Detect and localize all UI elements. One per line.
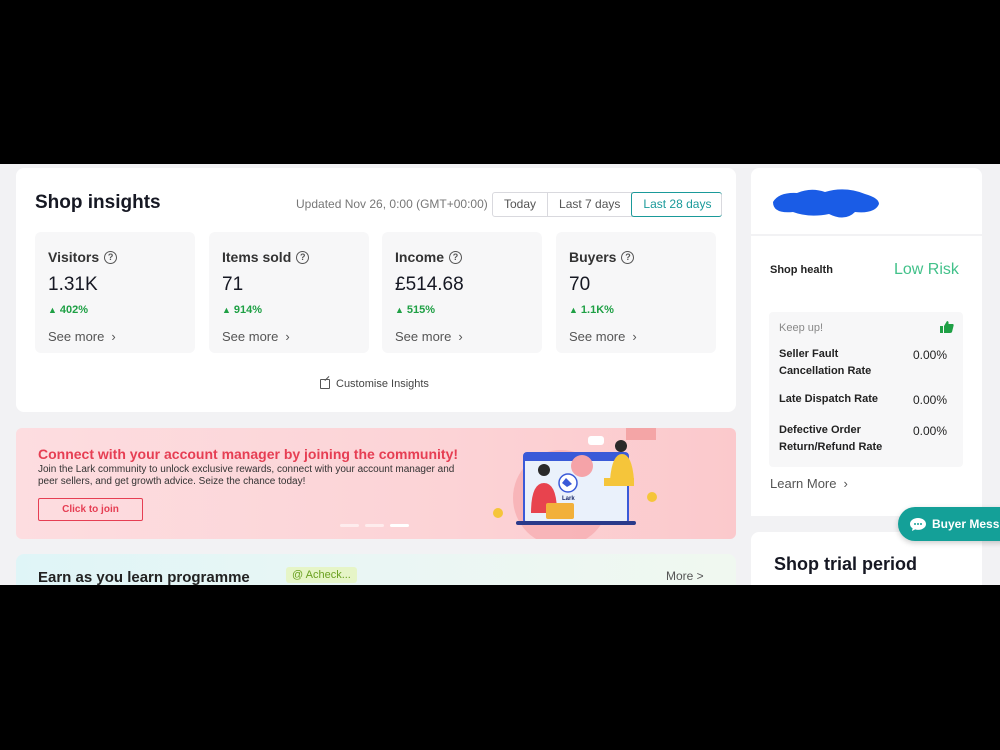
community-banner[interactable]: Connect with your account manager by joi… [16,428,736,539]
up-arrow-icon: ▲ [569,305,578,315]
carousel-dot[interactable] [340,524,359,527]
carousel-dot-active[interactable] [390,524,409,527]
click-to-join-button[interactable]: Click to join [38,498,143,521]
metric-change: 402% [59,304,89,316]
thumbs-up-icon [940,321,954,333]
chevron-right-icon: › [285,329,290,344]
metric-change: 515% [406,304,436,316]
redacted-shop-name [773,189,879,218]
metric-label: Buyers [569,249,617,265]
earn-programme-card: Earn as you learn programme @ Acheck... … [16,554,736,585]
help-icon[interactable]: ? [449,250,463,264]
see-more-link[interactable]: See more › [395,329,463,344]
metric-value: 71 [222,274,244,295]
metric-value: 1.31K [48,274,98,295]
buyer-messages-button[interactable]: Buyer Mess [898,507,1000,541]
metric-card-items-sold: Items sold? 71 ▲ 914% See more › [209,232,369,353]
svg-text:Lark: Lark [562,496,575,502]
shop-profile-card [751,168,982,234]
metric-value: 70 [569,274,591,295]
shop-health-label: Shop health [770,264,833,276]
chevron-right-icon: › [458,329,463,344]
shop-insights-card: Shop insights Updated Nov 26, 0:00 (GMT+… [16,168,736,412]
health-row-label: Late Dispatch Rate [779,393,879,405]
health-metrics-box: Keep up! Seller Fault Cancellation Rate … [769,312,963,467]
health-row-value: 0.00% [913,348,948,362]
learn-more-link[interactable]: Learn More › [770,476,848,491]
metric-change: 914% [233,304,263,316]
metric-change: 1.1K% [580,304,614,316]
shop-insights-title: Shop insights [35,192,161,213]
range-last-28-days[interactable]: Last 28 days [631,192,723,217]
see-more-link[interactable]: See more › [48,329,116,344]
up-arrow-icon: ▲ [222,305,231,315]
updated-timestamp: Updated Nov 26, 0:00 (GMT+00:00) [296,197,488,211]
date-range-selector: Today Last 7 days Last 28 days [492,192,723,217]
carousel-dots [340,524,409,527]
metric-label: Items sold [222,249,292,265]
metric-value: £514.68 [395,274,464,295]
seller-center-screen: Shop insights Updated Nov 26, 0:00 (GMT+… [0,164,1000,585]
shop-health-card: Shop health Low Risk Keep up! Seller Fau… [751,236,982,516]
chevron-right-icon: › [843,476,848,491]
banner-text: Join the Lark community to unlock exclus… [38,464,455,487]
shop-trial-title: Shop trial period [774,554,918,574]
chevron-right-icon: › [111,329,116,344]
customise-insights-link[interactable]: Customise Insights [320,378,429,390]
earn-title: Earn as you learn programme [38,569,250,585]
help-icon[interactable]: ? [621,250,635,264]
shop-health-status: Low Risk [894,261,959,278]
help-icon[interactable]: ? [296,250,310,264]
keep-up-text: Keep up! [779,322,824,334]
buyer-messages-label: Buyer Mess [932,517,1000,531]
metric-card-buyers: Buyers? 70 ▲ 1.1K% See more › [556,232,716,353]
metric-label: Visitors [48,249,100,265]
carousel-dot[interactable] [365,524,384,527]
edit-icon [320,379,330,389]
chat-icon [910,517,926,531]
metric-card-visitors: Visitors? 1.31K ▲ 402% See more › [35,232,195,353]
earn-badge: @ Acheck... [286,567,357,583]
health-row-label: Seller Fault Cancellation Rate [779,348,872,377]
range-today[interactable]: Today [493,193,549,216]
see-more-link[interactable]: See more › [222,329,290,344]
metric-card-income: Income? £514.68 ▲ 515% See more › [382,232,542,353]
health-row-label: Defective Order Return/Refund Rate [779,424,883,453]
community-illustration: Lark [493,428,657,539]
help-icon[interactable]: ? [104,250,118,264]
metric-label: Income [395,249,445,265]
health-row-value: 0.00% [913,424,948,438]
up-arrow-icon: ▲ [48,305,57,315]
earn-more-link[interactable]: More > [666,569,704,583]
see-more-link[interactable]: See more › [569,329,637,344]
banner-title: Connect with your account manager by joi… [38,446,459,462]
chevron-right-icon: › [632,329,637,344]
health-row-value: 0.00% [913,393,948,407]
range-last-7-days[interactable]: Last 7 days [548,193,633,216]
up-arrow-icon: ▲ [395,305,404,315]
